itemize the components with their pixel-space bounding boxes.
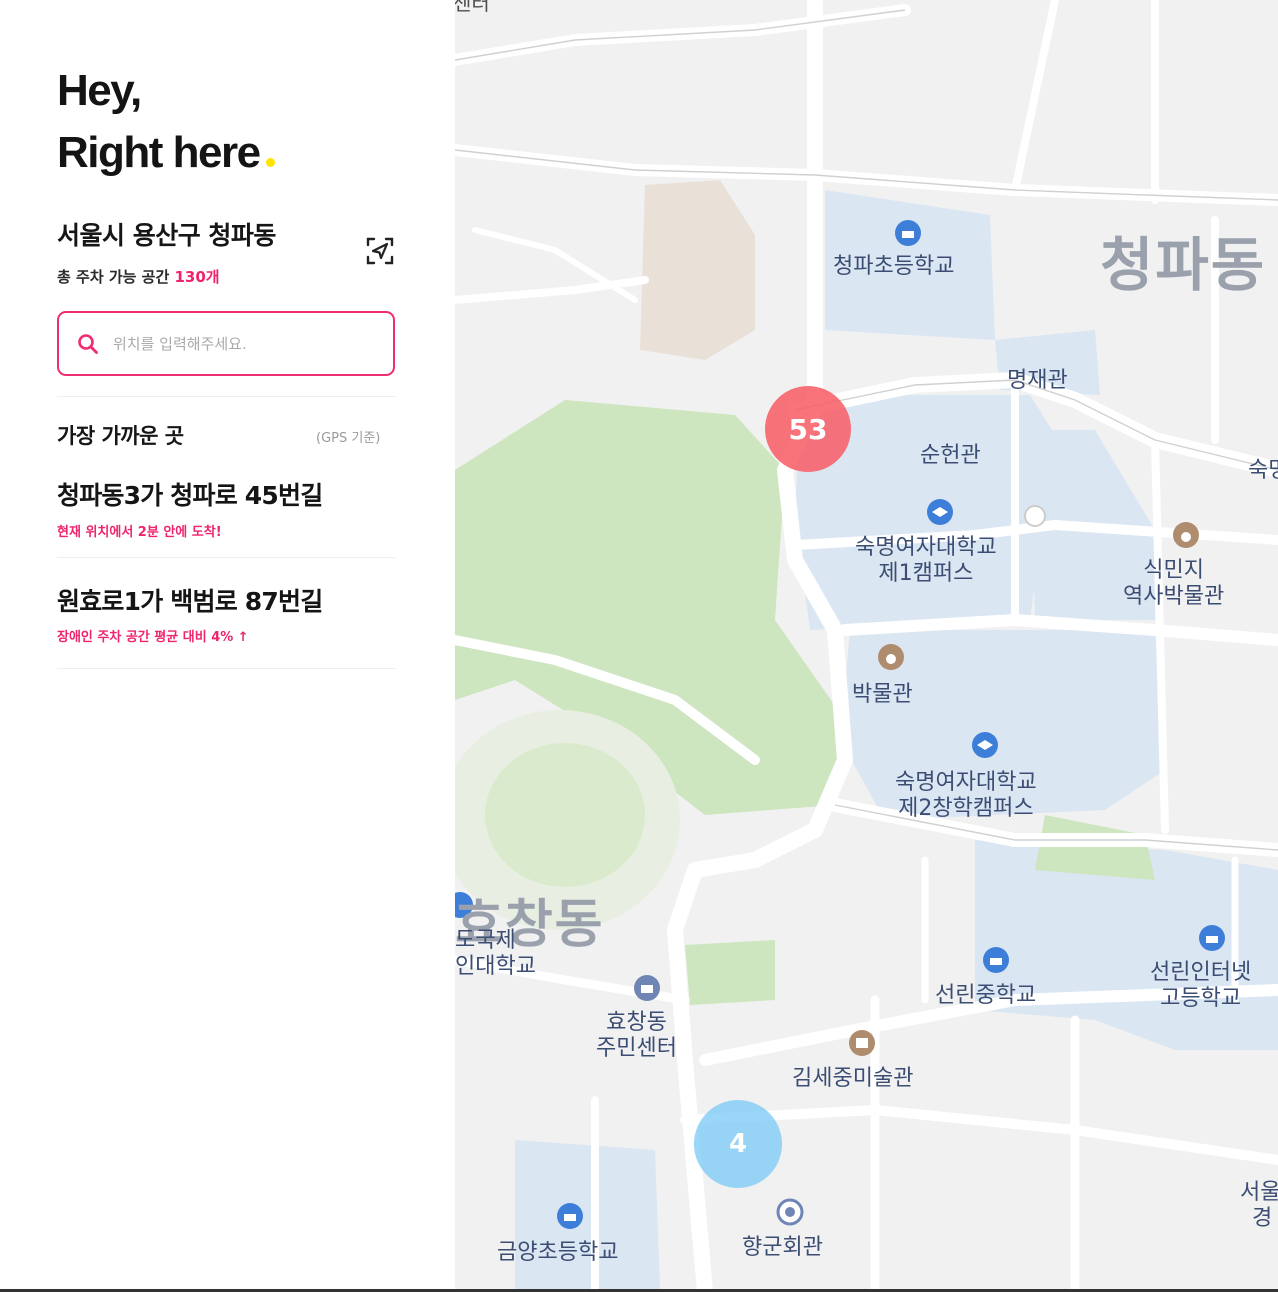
total-parking-count: 총 주차 가능 공간 130개 (57, 266, 220, 287)
label-line: 역사박물관 (1123, 584, 1225, 609)
label-line: 선린인터넷 (1150, 960, 1252, 985)
gps-note: (GPS 기준) (316, 431, 381, 446)
map-label-cheongpa-school: 청파초등학교 (833, 254, 955, 279)
map-label-kimsejung-museum: 김세중미술관 (792, 1066, 914, 1091)
search-box[interactable] (57, 311, 395, 376)
map-label-geumyang-school: 금양초등학교 (497, 1240, 619, 1265)
locate-arrow-icon (366, 237, 394, 265)
hero-line-1: Hey, (57, 66, 142, 115)
divider (57, 396, 395, 397)
hero-line-2: Right here (57, 122, 275, 184)
label-line: 효창동 (606, 1010, 667, 1035)
nearest-heading: 가장 가까운 곳 (57, 424, 184, 448)
label-line: 인대학교 (455, 954, 536, 979)
map-label-hanguk-univ: 도국제 인대학교 (455, 928, 536, 980)
map-label-seonrin-middle: 선린중학교 (935, 983, 1037, 1008)
map-canvas[interactable] (455, 0, 1278, 1292)
place-item-1-sub: 현재 위치에서 2분 안에 도착! (57, 525, 222, 540)
label-line: 숙명여자대학교 (895, 770, 1037, 795)
total-count-value: 130개 (174, 268, 220, 286)
district-label-cheongpa: 청파동 (1100, 231, 1267, 299)
map-label-myeongjae: 명재관 (1007, 368, 1068, 393)
map-label-museum: 박물관 (852, 682, 913, 707)
parking-cluster-marker[interactable]: 53 (765, 386, 851, 472)
map-label-hyochang-center: 효창동 주민센터 (596, 1010, 677, 1062)
map-label-sikminji-museum: 식민지 역사박물관 (1123, 558, 1224, 610)
label-line: 경 (1252, 1206, 1273, 1231)
label-line: 식민지 (1143, 558, 1204, 583)
label-line: 제1캠퍼스 (878, 561, 974, 586)
label-line: 주민센터 (596, 1036, 677, 1061)
label-line: 고등학교 (1160, 986, 1242, 1011)
locate-button[interactable] (362, 233, 398, 269)
label-line: 숙명여자대학교 (855, 535, 997, 560)
map-label-sookmyung-campus1: 숙명여자대학교 제1캠퍼스 (855, 535, 997, 587)
search-icon (78, 333, 98, 354)
hero-heading: Hey, Right here (57, 60, 275, 184)
label-line: 도국제 (455, 928, 516, 953)
map-label-seoul-edge: 서울 경 (1240, 1180, 1278, 1232)
hero-line-2-text: Right here (57, 128, 261, 177)
divider (57, 668, 395, 669)
parking-cluster-marker[interactable]: 4 (694, 1100, 782, 1188)
map-label-sookmyung-campus2: 숙명여자대학교 제2창학캠퍼스 (895, 770, 1037, 822)
place-item-2-title[interactable]: 원효로1가 백범로 87번길 (57, 582, 323, 618)
map-label-sunheon: 순헌관 (920, 443, 981, 468)
map-label-top-edge: 센터 (455, 0, 490, 15)
map-label-hyanggun-hall: 향군회관 (742, 1235, 823, 1260)
accent-dot-icon (265, 158, 275, 167)
map-view[interactable]: 센터 청파동 효창동 청파초등학교 명재관 순헌관 숙명 숙명여자대학교 제1캠… (455, 0, 1278, 1292)
label-line: 서울 (1240, 1180, 1278, 1205)
search-input[interactable] (113, 334, 373, 353)
place-item-1-title[interactable]: 청파동3가 청파로 45번길 (57, 476, 323, 512)
place-item-2-sub: 장애인 주차 공간 평균 대비 4% ↑ (57, 630, 249, 645)
current-location-title: 서울시 용산구 청파동 (57, 221, 276, 250)
divider (57, 557, 395, 558)
map-label-seonrin-high: 선린인터넷 고등학교 (1150, 960, 1251, 1012)
total-label: 총 주차 가능 공간 (57, 268, 175, 286)
sidebar: Hey, Right here 서울시 용산구 청파동 총 주차 가능 공간 1… (0, 0, 455, 1292)
map-label-sookmyung-edge: 숙명 (1248, 458, 1278, 483)
label-line: 제2창학캠퍼스 (898, 796, 1034, 821)
